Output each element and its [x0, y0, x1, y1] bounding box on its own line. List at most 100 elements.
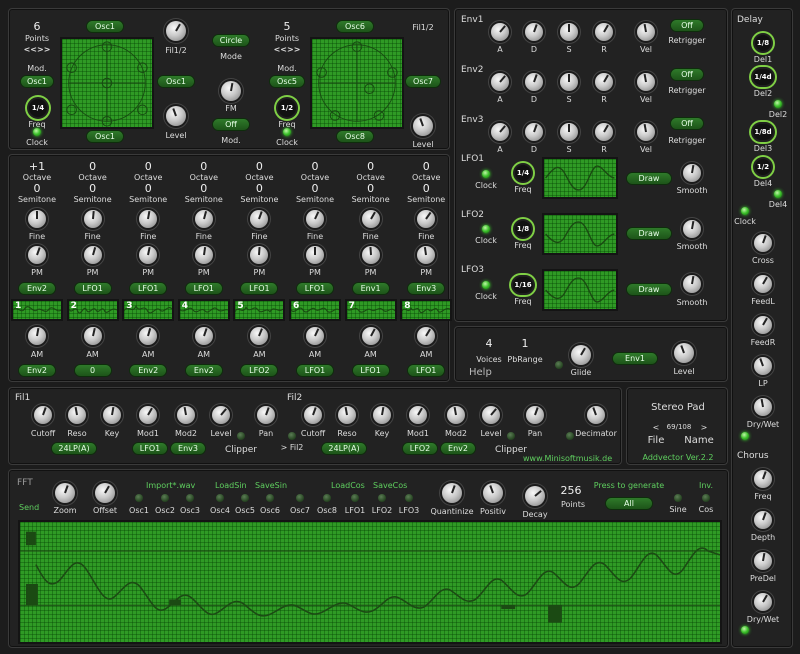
osc-right-mod-button[interactable]: Osc5: [270, 76, 304, 87]
fft-target-osc5-led[interactable]: [241, 494, 249, 502]
osc3-am-knob[interactable]: [139, 327, 158, 345]
fil2-pan-knob[interactable]: [526, 406, 544, 424]
osc6-octave-value[interactable]: 0: [312, 160, 319, 173]
osc8-fine-knob[interactable]: [417, 210, 436, 228]
osc-right-level-knob[interactable]: [413, 116, 433, 136]
decimator-knob[interactable]: [587, 406, 605, 424]
osc6-waveform-display[interactable]: 6: [289, 299, 341, 321]
osc3-waveform-display[interactable]: 3: [122, 299, 175, 321]
osc2-fine-knob[interactable]: [83, 210, 102, 228]
delay-on-led[interactable]: [741, 432, 749, 440]
env2-decay-knob[interactable]: [525, 73, 543, 91]
fil1-mod2-knob[interactable]: [177, 406, 195, 424]
osc7-waveform-display[interactable]: 7: [344, 299, 397, 321]
osc7-am-knob[interactable]: [361, 327, 380, 345]
feedr-knob[interactable]: [754, 316, 772, 334]
fil2-level-led[interactable]: [507, 432, 515, 440]
osc5-fine-knob[interactable]: [250, 210, 269, 228]
chorus-depth-knob[interactable]: [754, 511, 772, 529]
fft-spectrum-display[interactable]: [18, 520, 722, 644]
env2-velocity-knob[interactable]: [637, 73, 655, 91]
chorus-predel-knob[interactable]: [754, 552, 772, 570]
website-link[interactable]: www.Minisoftmusik.de: [523, 454, 612, 463]
fft-target-osc8-led[interactable]: [323, 494, 331, 502]
glide-led[interactable]: [555, 361, 563, 369]
lfo2-clock-led[interactable]: [482, 225, 490, 233]
osc-left-nav[interactable]: <<>>: [24, 45, 51, 54]
osc1-octave-value[interactable]: +1: [29, 160, 45, 173]
decay-knob[interactable]: [525, 486, 545, 506]
fil2-mod2-knob[interactable]: [447, 406, 465, 424]
fft-target-osc4-led[interactable]: [216, 494, 224, 502]
fil1-mod1-button[interactable]: LFO1: [133, 443, 167, 454]
voices-level-knob[interactable]: [674, 343, 694, 363]
lfo1-smooth-knob[interactable]: [683, 164, 701, 182]
env1-retrigger-button[interactable]: Off: [671, 20, 703, 31]
fil1-level-led[interactable]: [237, 432, 245, 440]
mod-off-button[interactable]: Off: [213, 119, 249, 130]
env1-sustain-knob[interactable]: [560, 23, 578, 41]
fil1-key-knob[interactable]: [103, 406, 121, 424]
savecos-button[interactable]: SaveCos: [373, 481, 407, 490]
chorus-on-led[interactable]: [741, 626, 749, 634]
fil2-reso-knob[interactable]: [338, 406, 356, 424]
osc1-waveform-display[interactable]: 1: [11, 299, 63, 321]
quantize-knob[interactable]: [442, 483, 462, 503]
osc7-octave-value[interactable]: 0: [367, 160, 374, 173]
delay-clock-led[interactable]: [741, 207, 749, 215]
preset-file-button[interactable]: File: [648, 435, 665, 446]
osc7-semitone-value[interactable]: 0: [367, 182, 374, 195]
fil1-reso-knob[interactable]: [68, 406, 86, 424]
osc-right-side-button[interactable]: Osc7: [406, 76, 440, 87]
fft-target-lfo3-led[interactable]: [405, 494, 413, 502]
fft-target-lfo2-led[interactable]: [378, 494, 386, 502]
env3-sustain-knob[interactable]: [560, 123, 578, 141]
help-link[interactable]: Help: [469, 367, 492, 378]
osc3-semitone-value[interactable]: 0: [145, 182, 152, 195]
osc4-waveform-display[interactable]: 4: [177, 299, 230, 321]
generate-all-button[interactable]: All: [606, 498, 652, 509]
osc2-waveform-display[interactable]: 2: [66, 299, 119, 321]
fil2-mod1-knob[interactable]: [409, 406, 427, 424]
osc-right-vector-display[interactable]: [310, 37, 404, 129]
fft-target-osc1-led[interactable]: [135, 494, 143, 502]
osc6-mod1-button[interactable]: LFO1: [297, 283, 333, 294]
osc2-semitone-value[interactable]: 0: [89, 182, 96, 195]
osc4-semitone-value[interactable]: 0: [200, 182, 207, 195]
osc8-octave-value[interactable]: 0: [423, 160, 430, 173]
loadsin-button[interactable]: LoadSin: [215, 481, 247, 490]
lfo2-smooth-knob[interactable]: [683, 220, 701, 238]
osc8-pm-knob[interactable]: [417, 246, 436, 264]
osc1-mod2-button[interactable]: Env2: [19, 365, 55, 376]
osc2-mod1-button[interactable]: LFO1: [74, 283, 111, 294]
osc1-am-knob[interactable]: [28, 327, 46, 345]
osc6-pm-knob[interactable]: [306, 246, 324, 264]
preset-prev-button[interactable]: <: [653, 423, 660, 432]
osc-right-clock-led[interactable]: [283, 128, 291, 136]
env2-sustain-knob[interactable]: [560, 73, 578, 91]
savesin-button[interactable]: SaveSin: [255, 481, 287, 490]
lfo2-draw-button[interactable]: Draw: [627, 228, 671, 239]
osc6-am-knob[interactable]: [306, 327, 324, 345]
osc3-fine-knob[interactable]: [139, 210, 158, 228]
env3-release-knob[interactable]: [595, 123, 613, 141]
osc6-mod2-button[interactable]: LFO1: [297, 365, 333, 376]
osc8-am-knob[interactable]: [417, 327, 436, 345]
osc4-mod2-button[interactable]: Env2: [185, 365, 222, 376]
env2-release-knob[interactable]: [595, 73, 613, 91]
fft-target-lfo1-led[interactable]: [351, 494, 359, 502]
env1-release-knob[interactable]: [595, 23, 613, 41]
osc5-am-knob[interactable]: [250, 327, 269, 345]
osc5-waveform-display[interactable]: 5: [233, 299, 286, 321]
osc-left-vector-display[interactable]: [60, 37, 154, 129]
voices-env-button[interactable]: Env1: [613, 353, 657, 364]
fil2-link-led[interactable]: [288, 432, 296, 440]
fft-offset-knob[interactable]: [95, 483, 115, 503]
osc-left-level-knob[interactable]: [166, 106, 186, 126]
osc7-mod1-button[interactable]: Env1: [352, 283, 389, 294]
env2-retrigger-button[interactable]: Off: [671, 69, 703, 80]
fil2-mod1-button[interactable]: LFO2: [403, 443, 437, 454]
osc4-fine-knob[interactable]: [194, 210, 213, 228]
fft-target-osc3-led[interactable]: [186, 494, 194, 502]
osc5-octave-value[interactable]: 0: [256, 160, 263, 173]
